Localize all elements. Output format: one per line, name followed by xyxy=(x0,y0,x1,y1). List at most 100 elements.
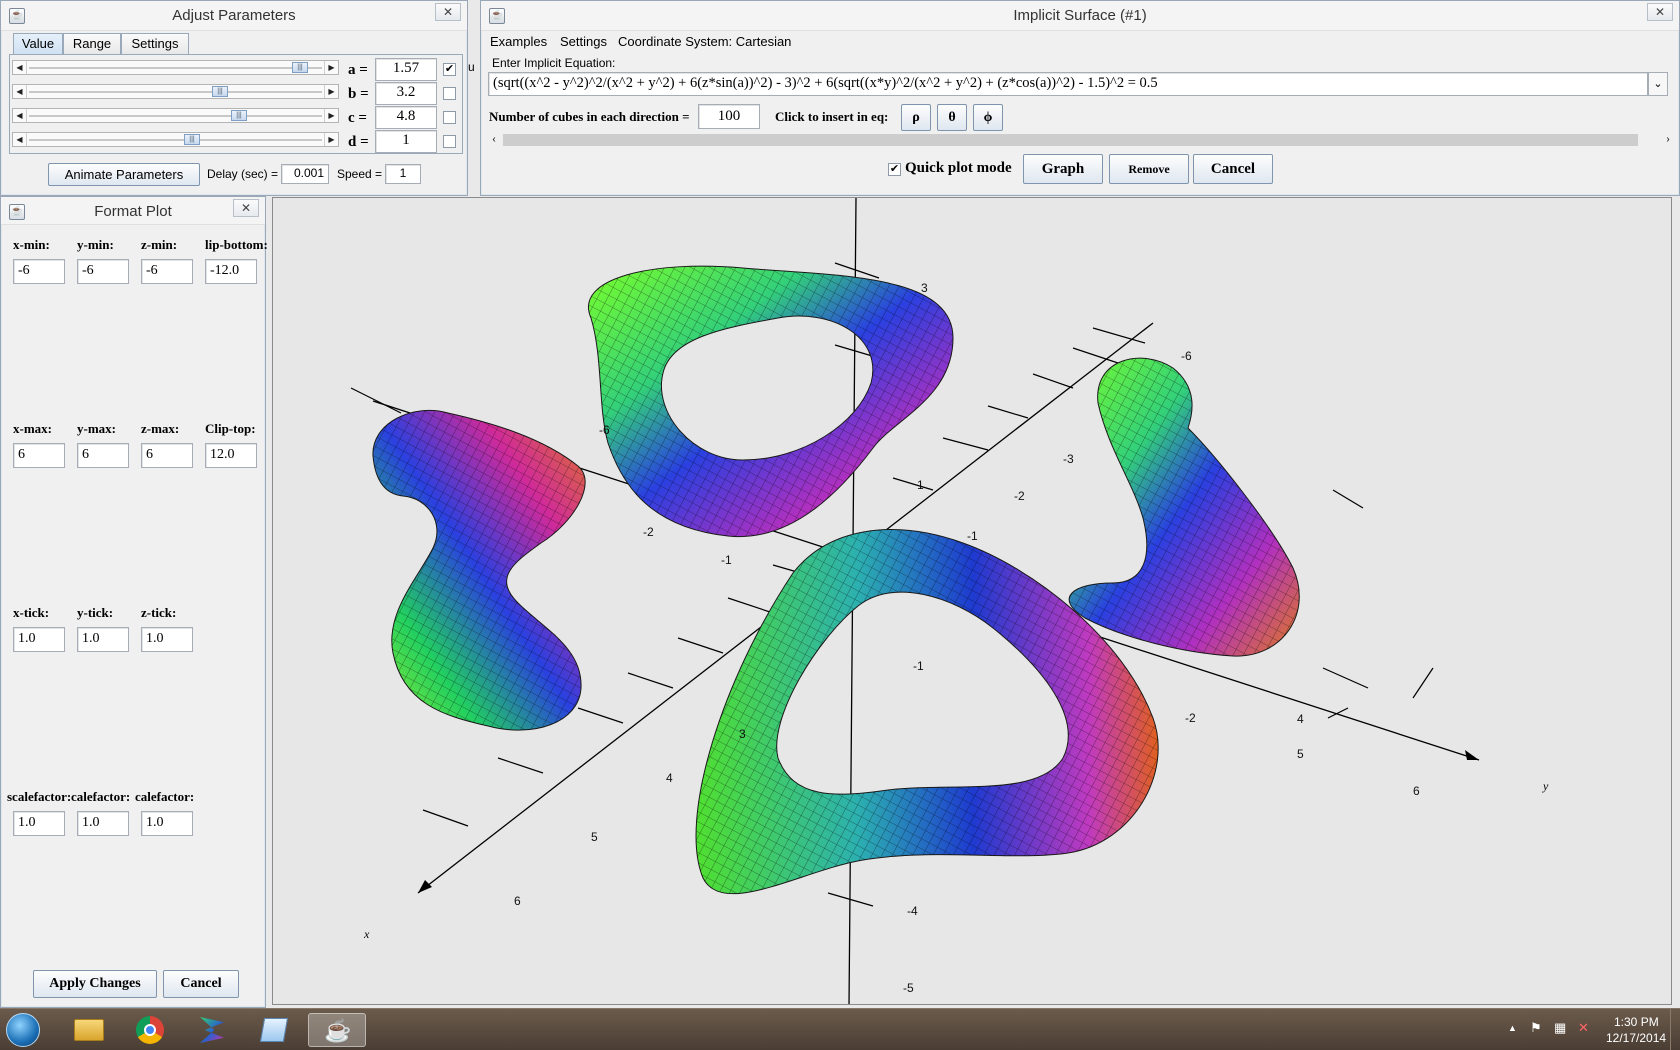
horizontal-scrollbar[interactable]: ‹ › xyxy=(486,132,1676,148)
slider-track[interactable] xyxy=(29,115,322,117)
format-field-input[interactable]: 1.0 xyxy=(13,627,65,652)
param-slider-1[interactable]: ◀ ||| ▶ xyxy=(12,84,339,99)
tick-label: -1 xyxy=(967,529,978,543)
animate-parameters-button[interactable]: Animate Parameters xyxy=(48,163,200,186)
menu-examples[interactable]: Examples xyxy=(490,34,547,49)
y-axis-arrow-icon xyxy=(1465,750,1479,760)
apply-changes-button[interactable]: Apply Changes xyxy=(33,970,157,998)
start-orb-icon[interactable] xyxy=(6,1013,40,1047)
menu-coordinate-system[interactable]: Coordinate System: Cartesian xyxy=(618,34,791,49)
slider-right-arrow-icon[interactable]: ▶ xyxy=(324,133,338,146)
tab-settings[interactable]: Settings xyxy=(121,33,189,55)
slider-thumb[interactable]: ||| xyxy=(184,134,200,145)
implicit-cancel-button[interactable]: Cancel xyxy=(1193,154,1273,184)
tick-label: 6 xyxy=(1413,784,1420,798)
insert-theta-button[interactable]: θ xyxy=(937,104,967,131)
tick-label: 1 xyxy=(917,478,924,492)
format-titlebar[interactable]: ☕ Format Plot ✕ xyxy=(1,197,265,225)
quick-plot-checkbox[interactable]: ✔ xyxy=(888,163,901,176)
slider-right-arrow-icon[interactable]: ▶ xyxy=(324,61,338,74)
plot-canvas[interactable]: 3 -6 -6 1 -3 -2 -1 -2 -1 -1 3 -2 4 4 5 5 6 6 -4 -5 x y xyxy=(272,197,1672,1005)
param-slider-2[interactable]: ◀ ||| ▶ xyxy=(12,108,339,123)
format-field-input[interactable]: 1.0 xyxy=(77,811,129,836)
close-icon[interactable]: ✕ xyxy=(233,199,259,217)
format-field-label: y-tick: xyxy=(77,605,114,620)
param-value-input[interactable]: 1.57 xyxy=(375,58,437,81)
format-field-input[interactable]: -6 xyxy=(13,259,65,284)
insert-phi-button[interactable]: ϕ xyxy=(973,104,1003,131)
taskbar-notepad[interactable] xyxy=(246,1013,304,1047)
format-field-input[interactable]: 6 xyxy=(141,443,193,468)
y-axis-label: y xyxy=(1542,779,1549,793)
surface-plot[interactable]: 3 -6 -6 1 -3 -2 -1 -2 -1 -1 3 -2 4 4 5 5 6 6 -4 -5 x y xyxy=(273,198,1672,1005)
graph-button[interactable]: Graph xyxy=(1023,154,1103,184)
slider-track[interactable] xyxy=(29,91,322,93)
format-field-input[interactable]: 12.0 xyxy=(205,443,257,468)
format-field-input[interactable]: -12.0 xyxy=(205,259,257,284)
tab-value[interactable]: Value xyxy=(13,33,63,55)
remove-button[interactable]: Remove xyxy=(1109,154,1189,184)
param-value-input[interactable]: 4.8 xyxy=(375,106,437,129)
format-field-input[interactable]: 1.0 xyxy=(77,627,129,652)
slider-thumb[interactable]: ||| xyxy=(212,86,228,97)
tray-show-hidden-icon[interactable]: ▲ xyxy=(1508,1023,1517,1033)
param-slider-3[interactable]: ◀ ||| ▶ xyxy=(12,132,339,147)
param-animate-checkbox[interactable] xyxy=(443,135,456,148)
slider-left-arrow-icon[interactable]: ◀ xyxy=(13,133,27,146)
insert-rho-button[interactable]: ρ xyxy=(901,104,931,131)
taskbar-file-explorer[interactable] xyxy=(60,1013,118,1047)
taskbar-graph-app[interactable] xyxy=(184,1013,242,1047)
param-value-input[interactable]: 3.2 xyxy=(375,82,437,105)
volume-muted-icon[interactable]: ✕ xyxy=(1578,1020,1589,1036)
format-field-input[interactable]: 1.0 xyxy=(141,811,193,836)
slider-track[interactable] xyxy=(29,67,322,69)
cubes-input[interactable]: 100 xyxy=(698,104,760,129)
close-icon[interactable]: ✕ xyxy=(435,3,461,21)
scroll-left-icon[interactable]: ‹ xyxy=(486,132,502,148)
show-desktop-button[interactable] xyxy=(1670,1009,1680,1050)
slider-left-arrow-icon[interactable]: ◀ xyxy=(13,61,27,74)
taskbar-java[interactable]: ☕ xyxy=(308,1013,366,1047)
delay-label: Delay (sec) = xyxy=(207,167,279,181)
slider-right-arrow-icon[interactable]: ▶ xyxy=(324,85,338,98)
adjust-titlebar[interactable]: ☕ Adjust Parameters ✕ xyxy=(1,1,467,31)
param-animate-checkbox[interactable]: ✔ xyxy=(443,63,456,76)
taskbar-chrome[interactable] xyxy=(122,1013,180,1047)
slider-right-arrow-icon[interactable]: ▶ xyxy=(324,109,338,122)
flag-icon[interactable]: ⚑ xyxy=(1530,1020,1542,1036)
slider-track[interactable] xyxy=(29,139,322,141)
slider-left-arrow-icon[interactable]: ◀ xyxy=(13,85,27,98)
equation-dropdown-chevron-down-icon[interactable]: ⌄ xyxy=(1648,72,1668,96)
close-icon[interactable]: ✕ xyxy=(1647,3,1673,21)
delay-input[interactable]: 0.001 xyxy=(281,164,329,184)
slider-left-arrow-icon[interactable]: ◀ xyxy=(13,109,27,122)
format-field-input[interactable]: -6 xyxy=(141,259,193,284)
insert-label: Click to insert in eq: xyxy=(775,109,889,124)
format-field-label: lip-bottom: xyxy=(205,237,268,252)
format-field-input[interactable]: 6 xyxy=(77,443,129,468)
param-animate-checkbox[interactable] xyxy=(443,111,456,124)
network-icon[interactable]: ▦ xyxy=(1554,1020,1566,1036)
scroll-thumb[interactable] xyxy=(503,134,1638,146)
equation-input[interactable]: (sqrt((x^2 - y^2)^2/(x^2 + y^2) + 6(z*si… xyxy=(488,72,1648,96)
speed-input[interactable]: 1 xyxy=(385,164,421,184)
slider-thumb[interactable]: ||| xyxy=(292,62,308,73)
format-cancel-button[interactable]: Cancel xyxy=(163,970,239,998)
clock-time[interactable]: 1:30 PM xyxy=(1614,1015,1659,1029)
param-value-input[interactable]: 1 xyxy=(375,130,437,153)
clock-date[interactable]: 12/17/2014 xyxy=(1606,1031,1666,1045)
format-field-input[interactable]: 1.0 xyxy=(141,627,193,652)
menu-settings[interactable]: Settings xyxy=(560,34,607,49)
implicit-titlebar[interactable]: ☕ Implicit Surface (#1) ✕ xyxy=(481,1,1679,31)
format-field-input[interactable]: 1.0 xyxy=(13,811,65,836)
scroll-right-icon[interactable]: › xyxy=(1660,132,1676,148)
format-field-input[interactable]: 6 xyxy=(13,443,65,468)
x-axis-arrow-icon xyxy=(418,880,432,893)
param-slider-0[interactable]: ◀ ||| ▶ xyxy=(12,60,339,75)
format-field-input[interactable]: -6 xyxy=(77,259,129,284)
param-animate-checkbox[interactable] xyxy=(443,87,456,100)
tab-range[interactable]: Range xyxy=(63,33,121,55)
tick-label: -1 xyxy=(721,553,732,567)
slider-thumb[interactable]: ||| xyxy=(231,110,247,121)
tick-label: -4 xyxy=(907,904,918,918)
